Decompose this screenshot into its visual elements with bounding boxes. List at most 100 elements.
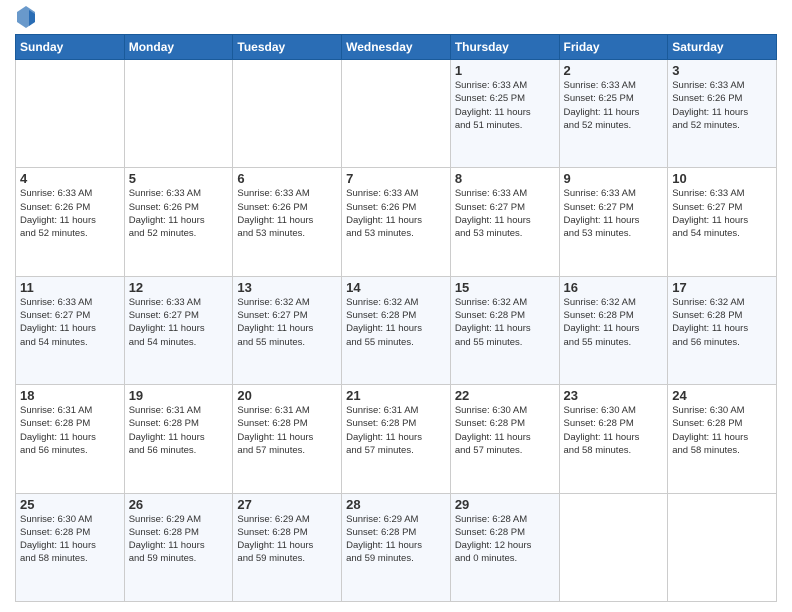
calendar-cell: 3Sunrise: 6:33 AMSunset: 6:26 PMDaylight… <box>668 60 777 168</box>
calendar-cell: 19Sunrise: 6:31 AMSunset: 6:28 PMDayligh… <box>124 385 233 493</box>
day-info: Sunrise: 6:28 AMSunset: 6:28 PMDaylight:… <box>455 513 555 566</box>
calendar-cell: 7Sunrise: 6:33 AMSunset: 6:26 PMDaylight… <box>342 168 451 276</box>
calendar-cell: 16Sunrise: 6:32 AMSunset: 6:28 PMDayligh… <box>559 276 668 384</box>
calendar-cell <box>124 60 233 168</box>
logo-icon <box>17 6 35 28</box>
calendar-cell: 12Sunrise: 6:33 AMSunset: 6:27 PMDayligh… <box>124 276 233 384</box>
calendar-cell: 6Sunrise: 6:33 AMSunset: 6:26 PMDaylight… <box>233 168 342 276</box>
calendar-cell: 4Sunrise: 6:33 AMSunset: 6:26 PMDaylight… <box>16 168 125 276</box>
day-number: 26 <box>129 497 229 512</box>
day-number: 28 <box>346 497 446 512</box>
day-info: Sunrise: 6:33 AMSunset: 6:27 PMDaylight:… <box>564 187 664 240</box>
day-number: 4 <box>20 171 120 186</box>
calendar-cell: 11Sunrise: 6:33 AMSunset: 6:27 PMDayligh… <box>16 276 125 384</box>
day-number: 27 <box>237 497 337 512</box>
logo <box>15 10 35 28</box>
calendar-cell: 20Sunrise: 6:31 AMSunset: 6:28 PMDayligh… <box>233 385 342 493</box>
calendar-cell <box>16 60 125 168</box>
day-header: Saturday <box>668 35 777 60</box>
day-number: 20 <box>237 388 337 403</box>
calendar-cell: 23Sunrise: 6:30 AMSunset: 6:28 PMDayligh… <box>559 385 668 493</box>
day-number: 21 <box>346 388 446 403</box>
day-header: Thursday <box>450 35 559 60</box>
day-info: Sunrise: 6:30 AMSunset: 6:28 PMDaylight:… <box>455 404 555 457</box>
day-info: Sunrise: 6:30 AMSunset: 6:28 PMDaylight:… <box>672 404 772 457</box>
day-header: Wednesday <box>342 35 451 60</box>
calendar-cell: 18Sunrise: 6:31 AMSunset: 6:28 PMDayligh… <box>16 385 125 493</box>
calendar-cell: 29Sunrise: 6:28 AMSunset: 6:28 PMDayligh… <box>450 493 559 601</box>
calendar-week-row: 18Sunrise: 6:31 AMSunset: 6:28 PMDayligh… <box>16 385 777 493</box>
calendar-cell: 2Sunrise: 6:33 AMSunset: 6:25 PMDaylight… <box>559 60 668 168</box>
day-info: Sunrise: 6:33 AMSunset: 6:27 PMDaylight:… <box>455 187 555 240</box>
day-number: 1 <box>455 63 555 78</box>
day-number: 16 <box>564 280 664 295</box>
day-header: Sunday <box>16 35 125 60</box>
day-info: Sunrise: 6:33 AMSunset: 6:26 PMDaylight:… <box>672 79 772 132</box>
day-info: Sunrise: 6:31 AMSunset: 6:28 PMDaylight:… <box>129 404 229 457</box>
page: SundayMondayTuesdayWednesdayThursdayFrid… <box>0 0 792 612</box>
day-info: Sunrise: 6:33 AMSunset: 6:27 PMDaylight:… <box>20 296 120 349</box>
calendar-cell: 8Sunrise: 6:33 AMSunset: 6:27 PMDaylight… <box>450 168 559 276</box>
day-header: Friday <box>559 35 668 60</box>
calendar-cell: 22Sunrise: 6:30 AMSunset: 6:28 PMDayligh… <box>450 385 559 493</box>
calendar-cell: 27Sunrise: 6:29 AMSunset: 6:28 PMDayligh… <box>233 493 342 601</box>
day-number: 6 <box>237 171 337 186</box>
day-info: Sunrise: 6:31 AMSunset: 6:28 PMDaylight:… <box>20 404 120 457</box>
header <box>15 10 777 28</box>
day-info: Sunrise: 6:33 AMSunset: 6:26 PMDaylight:… <box>129 187 229 240</box>
day-header: Monday <box>124 35 233 60</box>
day-number: 8 <box>455 171 555 186</box>
day-info: Sunrise: 6:29 AMSunset: 6:28 PMDaylight:… <box>237 513 337 566</box>
day-info: Sunrise: 6:32 AMSunset: 6:27 PMDaylight:… <box>237 296 337 349</box>
day-info: Sunrise: 6:29 AMSunset: 6:28 PMDaylight:… <box>346 513 446 566</box>
day-info: Sunrise: 6:31 AMSunset: 6:28 PMDaylight:… <box>237 404 337 457</box>
day-info: Sunrise: 6:32 AMSunset: 6:28 PMDaylight:… <box>672 296 772 349</box>
day-info: Sunrise: 6:32 AMSunset: 6:28 PMDaylight:… <box>455 296 555 349</box>
calendar-cell: 5Sunrise: 6:33 AMSunset: 6:26 PMDaylight… <box>124 168 233 276</box>
day-number: 3 <box>672 63 772 78</box>
calendar-cell: 24Sunrise: 6:30 AMSunset: 6:28 PMDayligh… <box>668 385 777 493</box>
calendar-cell: 14Sunrise: 6:32 AMSunset: 6:28 PMDayligh… <box>342 276 451 384</box>
day-info: Sunrise: 6:32 AMSunset: 6:28 PMDaylight:… <box>346 296 446 349</box>
day-info: Sunrise: 6:33 AMSunset: 6:26 PMDaylight:… <box>237 187 337 240</box>
day-info: Sunrise: 6:33 AMSunset: 6:25 PMDaylight:… <box>564 79 664 132</box>
day-info: Sunrise: 6:30 AMSunset: 6:28 PMDaylight:… <box>564 404 664 457</box>
calendar-cell: 15Sunrise: 6:32 AMSunset: 6:28 PMDayligh… <box>450 276 559 384</box>
calendar-cell <box>668 493 777 601</box>
day-info: Sunrise: 6:33 AMSunset: 6:27 PMDaylight:… <box>129 296 229 349</box>
calendar: SundayMondayTuesdayWednesdayThursdayFrid… <box>15 34 777 602</box>
calendar-cell: 21Sunrise: 6:31 AMSunset: 6:28 PMDayligh… <box>342 385 451 493</box>
day-number: 7 <box>346 171 446 186</box>
calendar-cell <box>559 493 668 601</box>
calendar-cell: 1Sunrise: 6:33 AMSunset: 6:25 PMDaylight… <box>450 60 559 168</box>
calendar-cell: 26Sunrise: 6:29 AMSunset: 6:28 PMDayligh… <box>124 493 233 601</box>
day-number: 18 <box>20 388 120 403</box>
calendar-cell: 13Sunrise: 6:32 AMSunset: 6:27 PMDayligh… <box>233 276 342 384</box>
calendar-cell: 17Sunrise: 6:32 AMSunset: 6:28 PMDayligh… <box>668 276 777 384</box>
day-info: Sunrise: 6:30 AMSunset: 6:28 PMDaylight:… <box>20 513 120 566</box>
day-number: 5 <box>129 171 229 186</box>
day-number: 19 <box>129 388 229 403</box>
day-number: 25 <box>20 497 120 512</box>
calendar-cell <box>342 60 451 168</box>
day-info: Sunrise: 6:32 AMSunset: 6:28 PMDaylight:… <box>564 296 664 349</box>
day-number: 12 <box>129 280 229 295</box>
day-info: Sunrise: 6:33 AMSunset: 6:26 PMDaylight:… <box>20 187 120 240</box>
day-info: Sunrise: 6:31 AMSunset: 6:28 PMDaylight:… <box>346 404 446 457</box>
calendar-cell: 28Sunrise: 6:29 AMSunset: 6:28 PMDayligh… <box>342 493 451 601</box>
day-number: 24 <box>672 388 772 403</box>
day-number: 14 <box>346 280 446 295</box>
calendar-cell: 25Sunrise: 6:30 AMSunset: 6:28 PMDayligh… <box>16 493 125 601</box>
calendar-cell: 9Sunrise: 6:33 AMSunset: 6:27 PMDaylight… <box>559 168 668 276</box>
calendar-week-row: 4Sunrise: 6:33 AMSunset: 6:26 PMDaylight… <box>16 168 777 276</box>
calendar-week-row: 25Sunrise: 6:30 AMSunset: 6:28 PMDayligh… <box>16 493 777 601</box>
calendar-cell: 10Sunrise: 6:33 AMSunset: 6:27 PMDayligh… <box>668 168 777 276</box>
day-number: 10 <box>672 171 772 186</box>
day-number: 13 <box>237 280 337 295</box>
day-number: 29 <box>455 497 555 512</box>
day-number: 17 <box>672 280 772 295</box>
calendar-week-row: 11Sunrise: 6:33 AMSunset: 6:27 PMDayligh… <box>16 276 777 384</box>
day-header: Tuesday <box>233 35 342 60</box>
day-info: Sunrise: 6:29 AMSunset: 6:28 PMDaylight:… <box>129 513 229 566</box>
day-info: Sunrise: 6:33 AMSunset: 6:26 PMDaylight:… <box>346 187 446 240</box>
